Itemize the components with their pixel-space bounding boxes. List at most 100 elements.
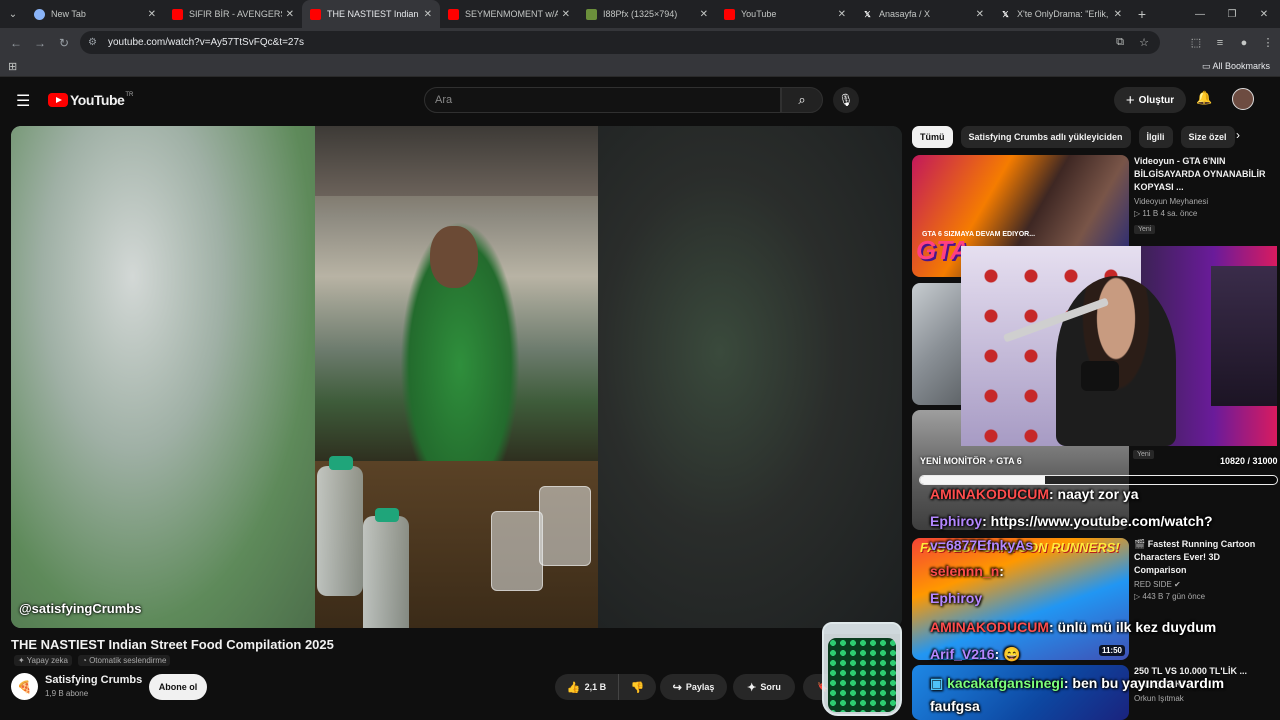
chip-from-uploader[interactable]: Satisfying Crumbs adlı yükleyiciden	[960, 126, 1131, 148]
recommendation-channel[interactable]: RED SIDE ✔	[1134, 580, 1274, 589]
donation-goal-bar	[919, 475, 1278, 485]
stream-jar-overlay	[822, 622, 902, 716]
ask-button[interactable]: ✦ Soru	[733, 674, 795, 700]
close-tab-icon[interactable]: ✕	[700, 9, 708, 20]
search-button[interactable]: ⌕	[781, 87, 823, 113]
logo-country-code: TR	[125, 92, 134, 98]
jar-contents	[828, 638, 896, 712]
browser-tab[interactable]: 𝕏 Anasayfa / X ✕	[854, 0, 992, 28]
video-duration: 11:50	[1098, 645, 1125, 656]
water-bottle	[363, 516, 409, 628]
close-tab-icon[interactable]: ✕	[424, 9, 432, 20]
site-info-icon[interactable]: ⚙	[88, 37, 102, 48]
tab-title: SIFIR BİR - AVENGERS: EN	[189, 9, 282, 19]
filter-chips: Tümü Satisfying Crumbs adlı yükleyiciden…	[912, 126, 1262, 148]
tab-title: X'te OnlyDrama: "Erlik, Ja	[1017, 9, 1110, 19]
profile-icon[interactable]: ●	[1232, 37, 1256, 49]
donation-goal-count: 10820 / 31000	[1220, 456, 1278, 466]
film-icon: 🎬	[1134, 539, 1148, 549]
chat-text: : ben bu yayında vardım	[1063, 675, 1225, 691]
water-bottle	[317, 466, 363, 596]
recommendation-channel-text: RED SIDE	[1134, 580, 1172, 589]
tab-title: I88Pfx (1325×794)	[603, 9, 678, 19]
video-player[interactable]: @satisfyingCrumbs	[11, 126, 902, 628]
video-blur-left	[11, 126, 315, 628]
chat-message: ▣ kacakafgansinegi: ben bu yayında vardı…	[930, 675, 1224, 692]
browser-tab[interactable]: I88Pfx (1325×794) ✕	[578, 0, 716, 28]
share-arrow-icon: ↪	[672, 681, 682, 694]
browser-tab[interactable]: YouTube ✕	[716, 0, 854, 28]
apps-grid-icon[interactable]: ⊞	[8, 60, 17, 73]
browser-tab[interactable]: 𝕏 X'te OnlyDrama: "Erlik, Ja ✕	[992, 0, 1130, 28]
close-tab-icon[interactable]: ✕	[148, 9, 156, 20]
install-app-icon[interactable]: ⧉	[1108, 36, 1132, 49]
youtube-icon	[448, 8, 459, 20]
search-icon: ⌕	[798, 92, 806, 107]
bookmark-star-icon[interactable]: ☆	[1132, 36, 1156, 49]
account-avatar[interactable]	[1232, 88, 1254, 110]
recommendation-channel[interactable]: Videoyun Meyhanesi	[1134, 197, 1274, 206]
minimize-icon[interactable]: —	[1184, 0, 1216, 28]
tab-search-dropdown-icon[interactable]: ⌄	[0, 0, 26, 28]
close-tab-icon[interactable]: ✕	[562, 9, 570, 20]
close-window-icon[interactable]: ✕	[1248, 0, 1280, 28]
chat-text: : ünlü mü ilk kez duydum	[1049, 619, 1217, 635]
bottle-cap	[329, 456, 353, 470]
station-roof	[315, 126, 598, 196]
recommendation-title[interactable]: 🎬 Fastest Running Cartoon Characters Eve…	[1134, 538, 1274, 577]
reload-icon[interactable]: ↻	[52, 36, 76, 50]
chat-username: kacakafgansinegi	[947, 675, 1064, 691]
browser-tab[interactable]: SEYMENMOMENT w/Abu ✕	[440, 0, 578, 28]
thumbs-up-icon: 👍	[566, 681, 581, 694]
chip-for-you[interactable]: Size özel	[1180, 126, 1235, 148]
close-tab-icon[interactable]: ✕	[1114, 9, 1122, 20]
new-tab-icon[interactable]: +	[1130, 6, 1154, 22]
create-label: Oluştur	[1138, 94, 1175, 106]
youtube-logo[interactable]: YouTube TR	[48, 92, 133, 108]
menu-hamburger-icon[interactable]: ☰	[16, 91, 30, 111]
search-input[interactable]: Ara	[424, 87, 781, 113]
verified-icon: ✔	[1171, 580, 1181, 589]
restore-icon[interactable]: ❐	[1216, 0, 1248, 28]
close-tab-icon[interactable]: ✕	[838, 9, 846, 20]
media-controls-icon[interactable]: ≡	[1208, 37, 1232, 49]
chat-message: Ephiroy: https://www.youtube.com/watch?	[930, 513, 1213, 529]
chat-username: Ephiroy	[930, 590, 983, 606]
like-button[interactable]: 👍 2,1 B	[555, 674, 619, 700]
browser-tab[interactable]: New Tab ✕	[26, 0, 164, 28]
thumbs-down-icon: 👎	[630, 681, 645, 694]
subscribe-button[interactable]: Abone ol	[149, 674, 207, 700]
browser-tab[interactable]: SIFIR BİR - AVENGERS: EN ✕	[164, 0, 302, 28]
voice-search-button[interactable]: 🎙	[833, 87, 859, 113]
recommendation-meta-text: 11 B 4 sa. önce	[1142, 209, 1198, 218]
chat-username: AMINAKODUCUM	[930, 486, 1049, 502]
dislike-button[interactable]: 👎	[619, 674, 656, 700]
address-bar[interactable]: ⚙ youtube.com/watch?v=Ay57TtSvFQc&t=27s …	[80, 31, 1160, 54]
recommendation-channel[interactable]: Orkun Işıtmak	[1134, 694, 1274, 703]
chip-related[interactable]: İlgili	[1138, 126, 1173, 148]
close-tab-icon[interactable]: ✕	[286, 9, 294, 20]
sparkle-icon: ✦	[18, 656, 27, 665]
close-tab-icon[interactable]: ✕	[976, 9, 984, 20]
channel-avatar[interactable]: 🍕	[11, 673, 38, 700]
youtube-play-icon	[48, 93, 68, 107]
chrome-icon	[34, 8, 45, 20]
create-button[interactable]: + Oluştur	[1114, 87, 1186, 113]
share-button[interactable]: ↪ Paylaş	[660, 674, 727, 700]
ask-label: Soru	[760, 682, 781, 692]
notifications-bell-icon[interactable]: 🔔	[1196, 90, 1212, 106]
channel-name[interactable]: Satisfying Crumbs	[45, 674, 142, 686]
subscribe-label: Abone ol	[158, 682, 198, 692]
chip-all[interactable]: Tümü	[912, 126, 953, 148]
chevron-right-icon[interactable]: ›	[1236, 128, 1240, 142]
back-icon[interactable]: ←	[4, 36, 28, 50]
all-bookmarks-button[interactable]: ▭ All Bookmarks	[1202, 61, 1270, 72]
badge-icon: ▣	[930, 675, 948, 691]
browser-tab-active[interactable]: THE NASTIEST Indian Stre ✕	[302, 0, 440, 28]
recommendation-title[interactable]: Videoyun - GTA 6'NIN BİLGİSAYARDA OYNANA…	[1134, 155, 1274, 194]
like-count: 2,1 B	[584, 682, 607, 692]
menu-icon[interactable]: ⋮	[1256, 36, 1280, 49]
forward-icon[interactable]: →	[28, 36, 52, 50]
extensions-icon[interactable]: ⬚	[1184, 36, 1208, 49]
recommendation-meta-text: 443 B 7 gün önce	[1142, 592, 1206, 601]
